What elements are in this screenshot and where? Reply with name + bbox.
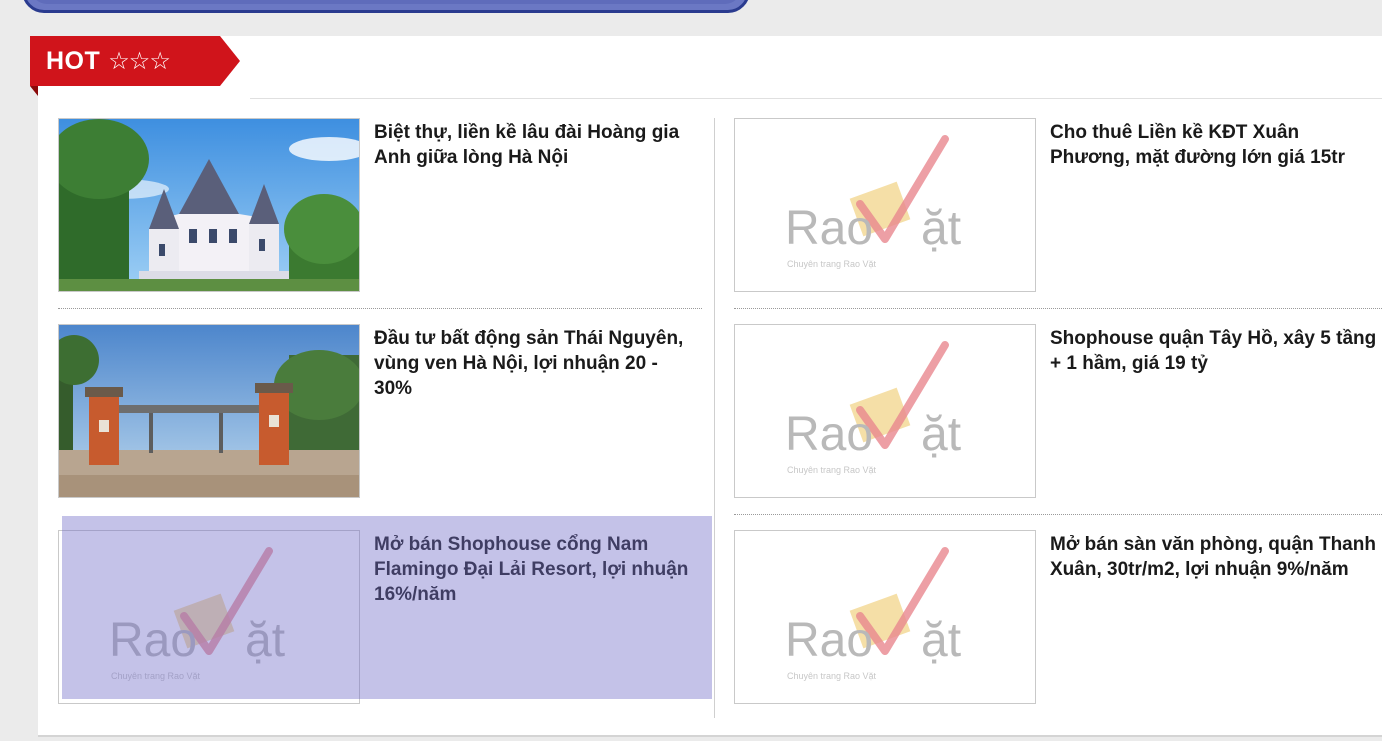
raovat-logo-icon: Rao ặt Chuyên trang Rao Vặt bbox=[109, 547, 285, 681]
listing-thumbnail[interactable]: Rao ặt Chuyên trang Rao Vặt bbox=[734, 324, 1036, 498]
column-divider bbox=[714, 118, 715, 718]
svg-text:Rao: Rao bbox=[785, 614, 873, 667]
listing-title[interactable]: Cho thuê Liền kề KĐT Xuân Phương, mặt đư… bbox=[1050, 120, 1380, 170]
listing-thumbnail[interactable]: Rao ặt Chuyên trang Rao Vặt bbox=[734, 118, 1036, 292]
listing-item[interactable]: Đầu tư bất động sản Thái Nguyên, vùng ve… bbox=[58, 324, 698, 504]
hot-label: HOT bbox=[46, 46, 101, 75]
listing-thumbnail[interactable] bbox=[58, 324, 360, 498]
listing-item[interactable]: Rao ặt Chuyên trang Rao Vặt Shophouse qu… bbox=[734, 324, 1376, 504]
row-separator bbox=[734, 514, 1382, 515]
row-separator bbox=[734, 308, 1382, 309]
listing-title[interactable]: Mở bán Shophouse cổng Nam Flamingo Đại L… bbox=[374, 532, 694, 607]
listing-thumbnail[interactable]: Rao ặt Chuyên trang Rao Vặt bbox=[734, 530, 1036, 704]
banner-fold bbox=[30, 86, 38, 96]
listing-title[interactable]: Đầu tư bất động sản Thái Nguyên, vùng ve… bbox=[374, 326, 694, 401]
svg-text:Rao: Rao bbox=[785, 202, 873, 255]
listing-title[interactable]: Mở bán sàn văn phòng, quận Thanh Xuân, 3… bbox=[1050, 532, 1380, 582]
svg-text:ặt: ặt bbox=[921, 408, 961, 461]
hot-banner: HOT ☆☆☆ bbox=[30, 36, 240, 86]
listing-thumbnail[interactable] bbox=[58, 118, 360, 292]
top-nav-pill[interactable] bbox=[22, 0, 750, 13]
listing-item[interactable]: Rao ặt Chuyên trang Rao Vặt Mở bán Shoph… bbox=[58, 530, 698, 710]
svg-text:Rao: Rao bbox=[785, 408, 873, 461]
raovat-logo-icon: Rao ặt Chuyên trang Rao Vặt bbox=[785, 341, 961, 475]
listing-item[interactable]: Rao ặt Chuyên trang Rao Vặt Mở bán sàn v… bbox=[734, 530, 1376, 710]
svg-text:ặt: ặt bbox=[245, 614, 285, 667]
raovat-logo-icon: Rao ặt Chuyên trang Rao Vặt bbox=[785, 547, 961, 681]
listing-item[interactable]: Rao ặt Chuyên trang Rao Vặt Cho thuê Liề… bbox=[734, 118, 1374, 298]
svg-text:Chuyên trang Rao Vặt: Chuyên trang Rao Vặt bbox=[787, 465, 877, 475]
svg-text:ặt: ặt bbox=[921, 614, 961, 667]
svg-text:Chuyên trang Rao Vặt: Chuyên trang Rao Vặt bbox=[787, 671, 877, 681]
listing-title[interactable]: Biệt thự, liền kề lâu đài Hoàng gia Anh … bbox=[374, 120, 694, 170]
svg-text:ặt: ặt bbox=[921, 202, 961, 255]
svg-text:Chuyên trang Rao Vặt: Chuyên trang Rao Vặt bbox=[787, 259, 877, 269]
hot-header: HOT ☆☆☆ bbox=[30, 36, 250, 96]
row-separator bbox=[58, 308, 702, 309]
svg-text:Chuyên trang Rao Vặt: Chuyên trang Rao Vặt bbox=[111, 671, 201, 681]
listing-title[interactable]: Shophouse quận Tây Hồ, xây 5 tầng + 1 hầ… bbox=[1050, 326, 1380, 376]
hot-listings-panel: HOT ☆☆☆ Biệt thự, liền kề lâu đài Hoàng … bbox=[30, 36, 1382, 737]
panel-bottom-border bbox=[38, 735, 1382, 737]
listing-item[interactable]: Biệt thự, liền kề lâu đài Hoàng gia Anh … bbox=[58, 118, 698, 298]
header-divider bbox=[250, 98, 1382, 99]
raovat-logo-icon: Rao ặt Chuyên trang Rao Vặt bbox=[785, 135, 961, 269]
listing-thumbnail[interactable]: Rao ặt Chuyên trang Rao Vặt bbox=[58, 530, 360, 704]
star-rating-icon: ☆☆☆ bbox=[108, 47, 171, 75]
top-nav-pill-inner bbox=[31, 0, 741, 4]
svg-text:Rao: Rao bbox=[109, 614, 197, 667]
